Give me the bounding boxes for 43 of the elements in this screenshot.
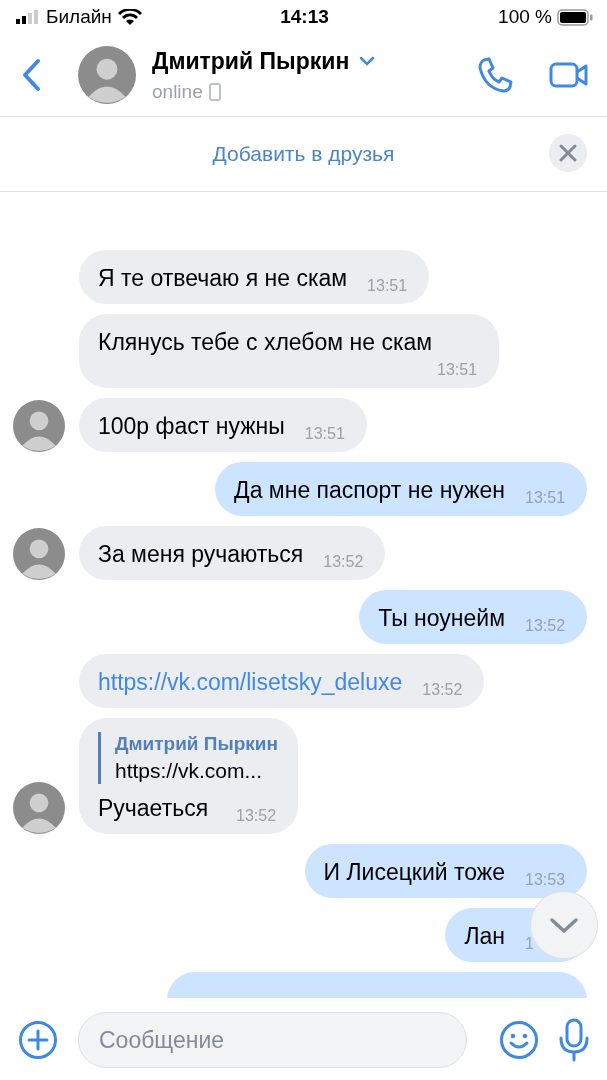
carrier-name: Билайн: [46, 6, 112, 28]
avatar-icon[interactable]: [78, 46, 136, 104]
message-time: 13:51: [524, 488, 567, 508]
message-time: 13:51: [436, 360, 479, 380]
quote-author: Дмитрий Пыркин: [115, 732, 278, 756]
battery-percent: 100 %: [498, 6, 552, 28]
signal-icon: [16, 10, 40, 24]
online-status: online: [152, 80, 203, 103]
message-time: 13:52: [235, 806, 278, 826]
avatar-icon[interactable]: [13, 782, 65, 834]
message-text: Ручаеться: [98, 794, 209, 822]
message-time: 13:51: [303, 424, 346, 444]
message-text: Клянусь тебе с хлебом не скам: [98, 328, 433, 356]
message-text: И Лисецкий тоже: [323, 858, 505, 886]
message-time: 13:51: [366, 276, 409, 296]
message-time: 1: [524, 934, 535, 954]
avatar-icon[interactable]: [13, 528, 65, 580]
chevron-down-icon[interactable]: [359, 56, 376, 66]
smiley-icon[interactable]: [499, 1020, 539, 1060]
add-attachment-icon[interactable]: [18, 1020, 58, 1060]
message-text: Да мне паспорт не нужен: [234, 476, 505, 504]
message-text: 100р фаст нужны: [98, 412, 285, 440]
message-text: Ты ноунейм: [378, 604, 505, 632]
quote-text: https://vk.com...: [115, 758, 264, 784]
battery-icon: [557, 8, 593, 26]
wifi-icon: [117, 8, 142, 26]
message-time: 13:52: [322, 552, 365, 572]
contact-name[interactable]: Дмитрий Пыркин: [152, 47, 350, 75]
message-input[interactable]: Сообщение: [78, 1012, 467, 1068]
message-text: За меня ручаються: [98, 540, 304, 568]
message-time: 13:52: [421, 680, 464, 700]
message-text: Лан: [464, 922, 505, 950]
message-time: 13:52: [524, 616, 567, 636]
scroll-down-icon[interactable]: [531, 892, 597, 958]
message-text: Я те отвечаю я не скам: [98, 264, 348, 292]
add-friend-link[interactable]: Добавить в друзья: [212, 142, 395, 166]
message-time: 13:53: [524, 870, 567, 890]
microphone-icon[interactable]: [559, 1018, 589, 1062]
avatar-icon[interactable]: [13, 400, 65, 452]
video-call-icon[interactable]: [549, 61, 589, 89]
clock-time: 14:13: [280, 6, 329, 27]
quoted-message[interactable]: Дмитрий Пыркин https://vk.com...: [98, 732, 278, 784]
phone-device-icon: [208, 82, 221, 101]
